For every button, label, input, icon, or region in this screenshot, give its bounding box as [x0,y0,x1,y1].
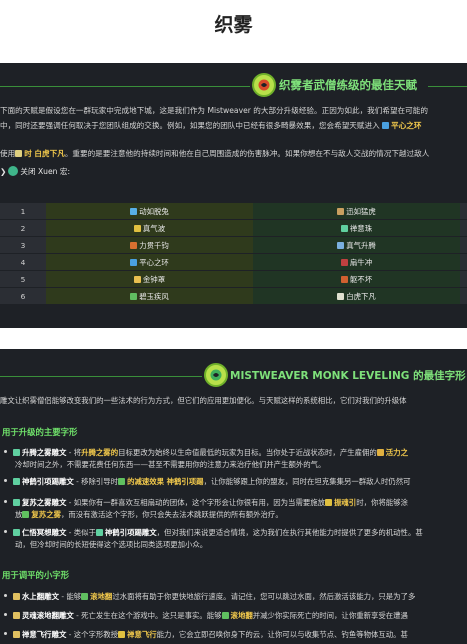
list-item: 仁悟冥想雕文 - 类似于 神鹤引项踢雕文，但对我们来说更适合情境，这为我们在执行其… [4,527,467,538]
monk-class-icon [252,73,276,97]
glyph-name[interactable]: 升腾之雾雕文 [22,448,66,457]
major-glyphs-heading: 用于升级的主要字形 [2,427,78,437]
page-title: 织雾 [214,14,253,36]
roll-icon [221,612,229,619]
zen-flight-icon [118,631,126,638]
minor-glyphs-heading: 用于调平的小字形 [2,570,69,580]
glyph-name[interactable]: 水上翻雕文 [22,592,59,601]
glyph-icon [13,529,20,536]
talent-option-left[interactable]: 力贯千钧 [46,236,253,254]
talent-icon [133,275,141,283]
talent-icon [337,207,345,215]
table-row: 5 金钟罩 躯不坏 [0,270,467,288]
xuen-link[interactable]: 时 白虎下凡 [24,149,65,158]
talent-icon [340,258,348,266]
list-item: 禅意飞行雕文 - 这个字形教授 禅意飞行能力，它会立即召唤你身下的云，让你可以与收… [4,629,467,640]
monk-class-icon [204,363,228,387]
list-item: 灵魂滚地翻雕文 - 死亡发生在这个游戏中。这只是事实。能够 滚地翻并减少你实际死亡… [4,610,467,621]
glyphs-banner: MISTWEAVER MONK LEVELING 的最佳字形 [0,363,467,391]
talent-option-left[interactable]: 动如脱兔 [46,203,253,220]
glyph-name[interactable]: 灵魂滚地翻雕文 [22,611,74,620]
talent-icon [130,207,138,215]
talents-banner: 织雾者武僧练级的最佳天赋 [0,73,467,101]
glyph-name[interactable]: 禅意飞行雕文 [22,630,66,639]
talent-icon [133,224,141,232]
glyphs-panel: MISTWEAVER MONK LEVELING 的最佳字形 雕文让织雾僧侣能够… [0,349,467,644]
list-item: 升腾之雾雕文 - 将升腾之雾的目标更改为始终以生命值最低的玩家为目标。当你处于近… [4,447,467,458]
talents-xuen-note: 使用时 白虎下凡。重要的是要注意他的持续时间和他在自己周围造成的伤害脉冲。如果你… [0,149,430,158]
glyph-icon [13,612,20,619]
talent-icon [337,292,345,300]
glyphs-banner-title: MISTWEAVER MONK LEVELING 的最佳字形 [230,370,466,382]
talents-intro-line-1: 下面的天赋是假设您在一群玩家中完成地下城，这是我们作为 Mistweaver 的… [0,106,428,115]
talent-icon [340,224,348,232]
tier-number: 4 [0,253,46,271]
talents-banner-title: 织雾者武僧练级的最佳天赋 [279,78,417,92]
glyph-icon [13,631,20,638]
list-item-continuation: 放复苏之雾，而没有激活这个字形，你只会失去法术跳跃提供的所有额外治疗。 [15,510,283,519]
spell-icon [376,449,384,456]
glyph-name[interactable]: 仁悟冥想雕文 [22,528,66,537]
ring-of-peace-link[interactable]: 平心之环 [391,121,421,130]
glyph-name[interactable]: 复苏之雾雕文 [22,498,66,507]
table-row: 3 力贯千钧 真气升腾 [0,236,467,254]
talent-option-left[interactable]: 平心之环 [46,253,253,271]
talent-option-left[interactable]: 金钟罩 [46,270,253,288]
glyphs-intro: 雕文让织雾僧侣能够改变我们的一些法术的行为方式，但它们的应用更加便化。与天赋这样… [0,396,407,405]
table-row: 1 动如脱兔 迅如猛虎 [0,203,467,220]
table-row: 2 真气波 禅意珠 [0,219,467,237]
talent-option-right[interactable]: 迅如猛虎 [253,203,460,220]
glyph-icon [13,499,20,506]
xuen-macro-toggle[interactable]: ❯ 关闭 Xuen 宏: [0,166,70,177]
macro-icon [8,166,19,176]
talent-icon [340,275,348,283]
talent-table: 1 动如脱兔 迅如猛虎 2 真气波 禅意珠 3 力贯千钧 真气升腾 4 平心之环… [0,203,467,305]
talent-option-left[interactable]: 碧玉疾风 [46,287,253,305]
list-item: 神鹤引项踢雕文 - 移除引导时 的减速效果 神鹤引项踢，让你能够跟上你的盟友，同时… [4,476,467,487]
talent-option-right[interactable]: 白虎下凡 [253,287,460,305]
table-row: 4 平心之环 扇牛冲 [0,253,467,271]
talent-icon [130,241,138,249]
spell-icon [118,478,126,485]
roll-icon [81,593,89,600]
tier-number: 6 [0,287,46,305]
talent-option-left[interactable]: 真气波 [46,219,253,237]
glyph-icon [13,449,20,456]
talents-panel: 织雾者武僧练级的最佳天赋 下面的天赋是假设您在一群玩家中完成地下城，这是我们作为… [0,63,467,328]
glyph-icon [13,593,20,600]
banner-divider-left [0,376,202,377]
banner-divider-right [428,86,467,87]
white-tiger-icon [15,150,23,157]
tier-number: 5 [0,270,46,288]
tier-number: 3 [0,236,46,254]
list-item: 水上翻雕文 - 能够 滚地翻过水面将有助于你更快地旅行速度。请记住，您可以跳过水面… [4,591,467,602]
talent-option-right[interactable]: 躯不坏 [253,270,460,288]
talents-intro-line-2: 中，同时还要强调任何取决于您团队组成的交换。例如，如果您的团队中已经有很多畸暴效… [0,121,422,130]
spell-icon [325,499,333,506]
tier-number: 2 [0,219,46,237]
ring-of-peace-icon [382,122,390,129]
talent-option-right[interactable]: 禅意珠 [253,219,460,237]
talent-option-right[interactable]: 真气升腾 [253,236,460,254]
glyph-icon [13,478,20,485]
chevron-right-icon: ❯ [0,167,7,176]
spell-icon [22,511,30,518]
talent-option-right[interactable]: 扇牛冲 [253,253,460,271]
talent-icon [337,241,345,249]
talent-icon [130,258,138,266]
glyph-icon [95,529,103,536]
tier-number: 1 [0,203,46,220]
table-row: 6 碧玉疾风 白虎下凡 [0,287,467,305]
list-item-continuation: 冷却时间之外，不需要花费任何东西——甚至不需要用你的注意力来治疗他们并产生额外的… [15,460,326,469]
talent-icon [130,292,138,300]
glyph-name[interactable]: 神鹤引项踢雕文 [22,477,74,486]
list-item: 复苏之雾雕文 - 如果你有一群喜欢互相扇动的团体，这个字形会让你很有用，因为当需… [4,497,467,508]
banner-divider-left [0,86,250,87]
list-item-continuation: 动，但冷却时间的长短使得这个选项比同类选项更加小众。 [15,540,208,549]
